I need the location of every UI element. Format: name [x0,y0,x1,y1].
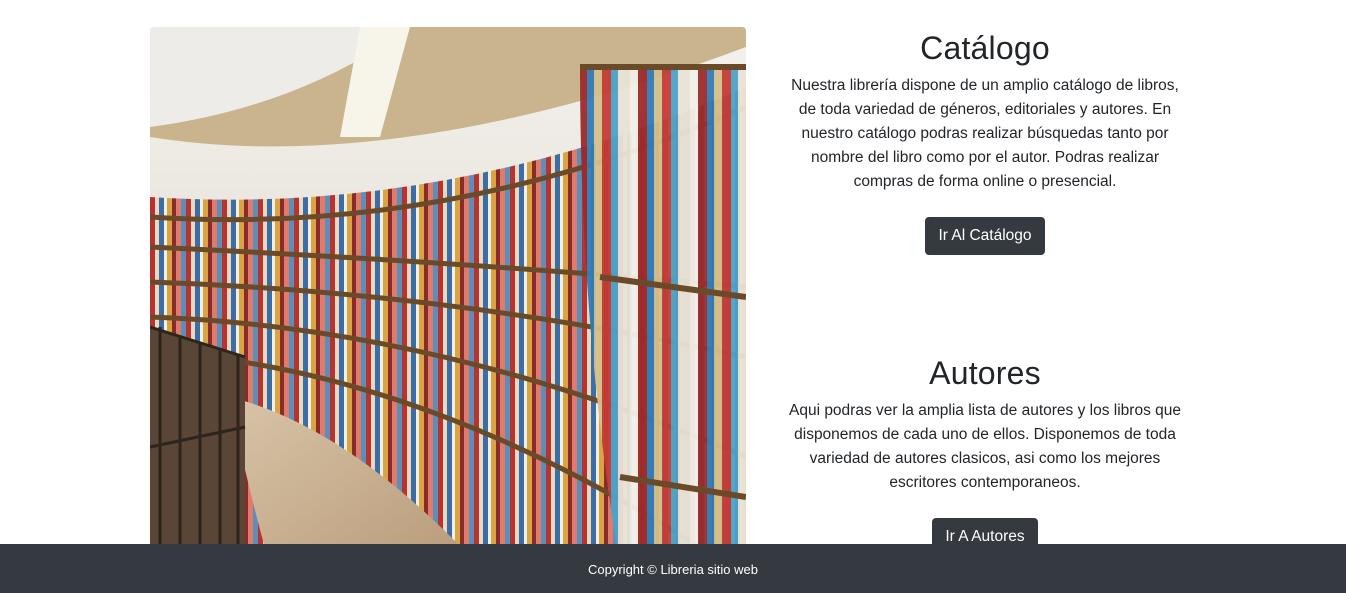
autores-description: Aqui podras ver la amplia lista de autor… [788,402,1181,491]
catalogo-section: Catálogo Nuestra librería dispone de un … [775,28,1195,255]
footer: Copyright © Libreria sitio web [0,544,1346,593]
library-bookshelves-illustration [150,27,746,567]
autores-section: Autores Aqui podras ver la amplia lista … [775,353,1195,556]
footer-copyright: Copyright © Libreria sitio web [588,562,758,577]
autores-title: Autores [929,355,1041,391]
ir-al-catalogo-button[interactable]: Ir Al Catálogo [925,217,1045,255]
library-image [150,27,746,567]
catalogo-title: Catálogo [920,30,1050,66]
catalogo-description: Nuestra librería dispone de un amplio ca… [791,77,1179,190]
